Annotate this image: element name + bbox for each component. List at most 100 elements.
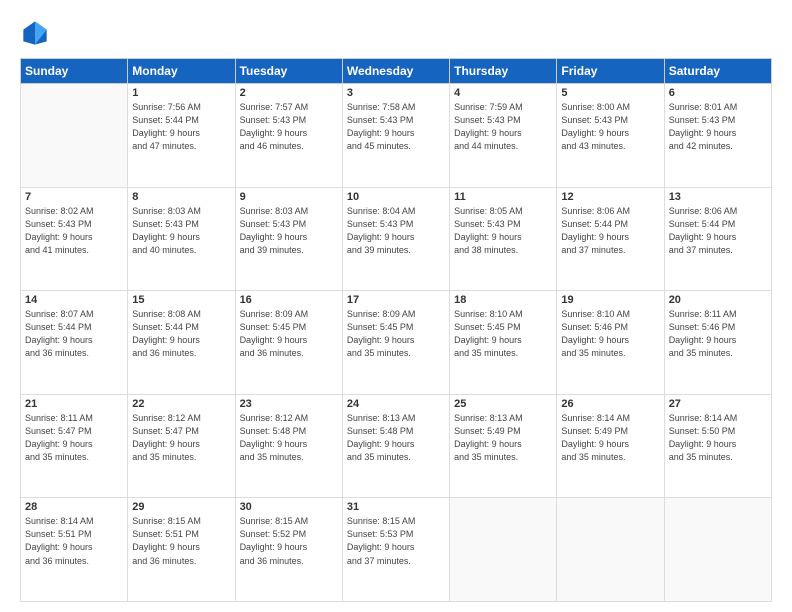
day-number: 30: [240, 501, 338, 513]
day-info: Sunrise: 8:03 AM Sunset: 5:43 PM Dayligh…: [240, 205, 338, 257]
day-number: 21: [25, 398, 123, 410]
day-info: Sunrise: 8:04 AM Sunset: 5:43 PM Dayligh…: [347, 205, 445, 257]
day-info: Sunrise: 7:58 AM Sunset: 5:43 PM Dayligh…: [347, 101, 445, 153]
day-info: Sunrise: 7:56 AM Sunset: 5:44 PM Dayligh…: [132, 101, 230, 153]
day-number: 20: [669, 294, 767, 306]
day-info: Sunrise: 7:59 AM Sunset: 5:43 PM Dayligh…: [454, 101, 552, 153]
day-info: Sunrise: 7:57 AM Sunset: 5:43 PM Dayligh…: [240, 101, 338, 153]
day-number: 28: [25, 501, 123, 513]
calendar-cell: [557, 498, 664, 602]
day-number: 1: [132, 87, 230, 99]
day-number: 23: [240, 398, 338, 410]
calendar-week-row: 21 Sunrise: 8:11 AM Sunset: 5:47 PM Dayli…: [21, 394, 772, 498]
calendar-cell: [21, 84, 128, 188]
calendar-cell: 2 Sunrise: 7:57 AM Sunset: 5:43 PM Daylig…: [235, 84, 342, 188]
day-number: 2: [240, 87, 338, 99]
day-number: 10: [347, 191, 445, 203]
day-info: Sunrise: 8:15 AM Sunset: 5:51 PM Dayligh…: [132, 515, 230, 567]
calendar-cell: 12 Sunrise: 8:06 AM Sunset: 5:44 PM Dayli…: [557, 187, 664, 291]
day-number: 15: [132, 294, 230, 306]
day-info: Sunrise: 8:09 AM Sunset: 5:45 PM Dayligh…: [240, 308, 338, 360]
day-number: 13: [669, 191, 767, 203]
day-info: Sunrise: 8:14 AM Sunset: 5:51 PM Dayligh…: [25, 515, 123, 567]
day-number: 7: [25, 191, 123, 203]
calendar-week-row: 1 Sunrise: 7:56 AM Sunset: 5:44 PM Daylig…: [21, 84, 772, 188]
day-info: Sunrise: 8:11 AM Sunset: 5:47 PM Dayligh…: [25, 412, 123, 464]
calendar-week-row: 28 Sunrise: 8:14 AM Sunset: 5:51 PM Dayli…: [21, 498, 772, 602]
calendar-cell: 7 Sunrise: 8:02 AM Sunset: 5:43 PM Daylig…: [21, 187, 128, 291]
calendar-table: SundayMondayTuesdayWednesdayThursdayFrid…: [20, 58, 772, 602]
day-info: Sunrise: 8:13 AM Sunset: 5:49 PM Dayligh…: [454, 412, 552, 464]
day-info: Sunrise: 8:02 AM Sunset: 5:43 PM Dayligh…: [25, 205, 123, 257]
weekday-header-monday: Monday: [128, 59, 235, 84]
calendar-cell: 14 Sunrise: 8:07 AM Sunset: 5:44 PM Dayli…: [21, 291, 128, 395]
day-number: 25: [454, 398, 552, 410]
day-number: 8: [132, 191, 230, 203]
day-info: Sunrise: 8:15 AM Sunset: 5:52 PM Dayligh…: [240, 515, 338, 567]
day-number: 16: [240, 294, 338, 306]
calendar-cell: 1 Sunrise: 7:56 AM Sunset: 5:44 PM Daylig…: [128, 84, 235, 188]
day-number: 26: [561, 398, 659, 410]
calendar-week-row: 14 Sunrise: 8:07 AM Sunset: 5:44 PM Dayli…: [21, 291, 772, 395]
day-number: 29: [132, 501, 230, 513]
day-info: Sunrise: 8:10 AM Sunset: 5:46 PM Dayligh…: [561, 308, 659, 360]
calendar-cell: [664, 498, 771, 602]
calendar-cell: 29 Sunrise: 8:15 AM Sunset: 5:51 PM Dayli…: [128, 498, 235, 602]
day-info: Sunrise: 8:10 AM Sunset: 5:45 PM Dayligh…: [454, 308, 552, 360]
header: [20, 18, 772, 48]
calendar-cell: 15Sunrise: 8:08 AM Sunset: 5:44 PM Dayli…: [128, 291, 235, 395]
day-info: Sunrise: 8:03 AM Sunset: 5:43 PM Dayligh…: [132, 205, 230, 257]
calendar-cell: 6Sunrise: 8:01 AM Sunset: 5:43 PM Daylig…: [664, 84, 771, 188]
day-number: 11: [454, 191, 552, 203]
day-number: 4: [454, 87, 552, 99]
logo-icon: [20, 18, 50, 48]
weekday-header-saturday: Saturday: [664, 59, 771, 84]
calendar-cell: 3 Sunrise: 7:58 AM Sunset: 5:43 PM Daylig…: [342, 84, 449, 188]
calendar-cell: 24 Sunrise: 8:13 AM Sunset: 5:48 PM Dayli…: [342, 394, 449, 498]
calendar-cell: 5 Sunrise: 8:00 AM Sunset: 5:43 PM Daylig…: [557, 84, 664, 188]
day-info: Sunrise: 8:06 AM Sunset: 5:44 PM Dayligh…: [669, 205, 767, 257]
page: SundayMondayTuesdayWednesdayThursdayFrid…: [0, 0, 792, 612]
calendar-cell: 31Sunrise: 8:15 AM Sunset: 5:53 PM Dayli…: [342, 498, 449, 602]
calendar-cell: 19 Sunrise: 8:10 AM Sunset: 5:46 PM Dayli…: [557, 291, 664, 395]
day-info: Sunrise: 8:14 AM Sunset: 5:50 PM Dayligh…: [669, 412, 767, 464]
calendar-cell: 27 Sunrise: 8:14 AM Sunset: 5:50 PM Dayli…: [664, 394, 771, 498]
day-number: 18: [454, 294, 552, 306]
day-info: Sunrise: 8:12 AM Sunset: 5:48 PM Dayligh…: [240, 412, 338, 464]
calendar-cell: 10 Sunrise: 8:04 AM Sunset: 5:43 PM Dayli…: [342, 187, 449, 291]
day-number: 12: [561, 191, 659, 203]
day-info: Sunrise: 8:01 AM Sunset: 5:43 PM Dayligh…: [669, 101, 767, 153]
day-info: Sunrise: 8:11 AM Sunset: 5:46 PM Dayligh…: [669, 308, 767, 360]
day-number: 14: [25, 294, 123, 306]
calendar-cell: 8 Sunrise: 8:03 AM Sunset: 5:43 PM Daylig…: [128, 187, 235, 291]
calendar-cell: 17Sunrise: 8:09 AM Sunset: 5:45 PM Dayli…: [342, 291, 449, 395]
calendar-cell: 9Sunrise: 8:03 AM Sunset: 5:43 PM Daylig…: [235, 187, 342, 291]
calendar-cell: 20 Sunrise: 8:11 AM Sunset: 5:46 PM Dayli…: [664, 291, 771, 395]
weekday-header-row: SundayMondayTuesdayWednesdayThursdayFrid…: [21, 59, 772, 84]
day-info: Sunrise: 8:06 AM Sunset: 5:44 PM Dayligh…: [561, 205, 659, 257]
weekday-header-tuesday: Tuesday: [235, 59, 342, 84]
calendar-cell: 26 Sunrise: 8:14 AM Sunset: 5:49 PM Dayli…: [557, 394, 664, 498]
day-info: Sunrise: 8:07 AM Sunset: 5:44 PM Dayligh…: [25, 308, 123, 360]
calendar-cell: 13 Sunrise: 8:06 AM Sunset: 5:44 PM Dayli…: [664, 187, 771, 291]
calendar-cell: 4 Sunrise: 7:59 AM Sunset: 5:43 PM Daylig…: [450, 84, 557, 188]
day-number: 5: [561, 87, 659, 99]
day-info: Sunrise: 8:13 AM Sunset: 5:48 PM Dayligh…: [347, 412, 445, 464]
logo: [20, 18, 54, 48]
day-number: 3: [347, 87, 445, 99]
day-info: Sunrise: 8:00 AM Sunset: 5:43 PM Dayligh…: [561, 101, 659, 153]
day-info: Sunrise: 8:09 AM Sunset: 5:45 PM Dayligh…: [347, 308, 445, 360]
day-info: Sunrise: 8:12 AM Sunset: 5:47 PM Dayligh…: [132, 412, 230, 464]
weekday-header-wednesday: Wednesday: [342, 59, 449, 84]
day-number: 19: [561, 294, 659, 306]
day-info: Sunrise: 8:14 AM Sunset: 5:49 PM Dayligh…: [561, 412, 659, 464]
calendar-cell: 22 Sunrise: 8:12 AM Sunset: 5:47 PM Dayli…: [128, 394, 235, 498]
calendar-week-row: 7 Sunrise: 8:02 AM Sunset: 5:43 PM Daylig…: [21, 187, 772, 291]
day-number: 24: [347, 398, 445, 410]
day-info: Sunrise: 8:05 AM Sunset: 5:43 PM Dayligh…: [454, 205, 552, 257]
calendar-cell: 28 Sunrise: 8:14 AM Sunset: 5:51 PM Dayli…: [21, 498, 128, 602]
calendar-cell: [450, 498, 557, 602]
day-number: 27: [669, 398, 767, 410]
calendar-cell: 21 Sunrise: 8:11 AM Sunset: 5:47 PM Dayli…: [21, 394, 128, 498]
day-number: 22: [132, 398, 230, 410]
